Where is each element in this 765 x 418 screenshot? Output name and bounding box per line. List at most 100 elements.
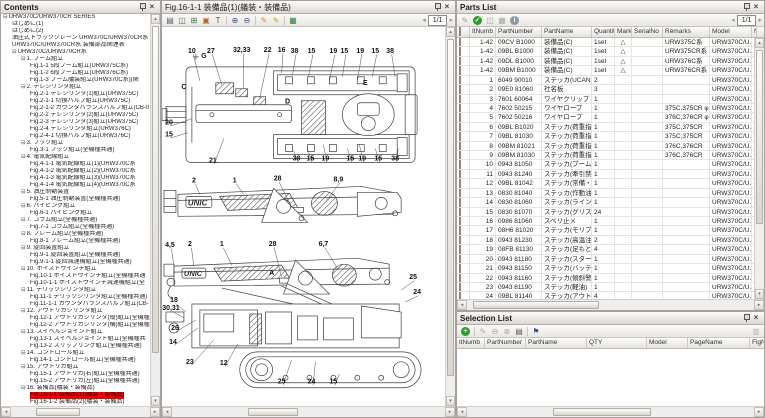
print-icon[interactable]: ▤ — [513, 326, 525, 337]
row-checkbox[interactable] — [457, 142, 470, 151]
callout-C[interactable]: C — [181, 84, 186, 91]
tree-item[interactable]: Fig.5-1 油圧制動装置(全機種共通) — [1, 196, 150, 203]
copy-page-icon[interactable]: ◫ — [176, 15, 188, 26]
row-checkbox[interactable] — [457, 95, 470, 104]
parts-table-row[interactable]: 47602 50215ワイヤロープ1375C,375CR φ...URW370C… — [457, 104, 754, 113]
parts-table-row[interactable]: 809BM 81021ステッカ(荷重指示...1376C,376CRURW370… — [457, 142, 754, 151]
edit-icon[interactable]: ✎ — [477, 326, 489, 337]
column-header-serialno[interactable]: SerialNo — [632, 27, 663, 37]
tree-collapse-icon[interactable]: ⊟ — [21, 385, 26, 392]
fit-page-icon[interactable]: ⊞ — [188, 15, 200, 26]
callout-15[interactable]: 15 — [308, 48, 316, 55]
parts-table-row[interactable]: 130830 81040ステッカ(作動油)1URW370C/U... — [457, 189, 754, 198]
tree-item[interactable]: ⊟10. ホイストウインチ組立 — [1, 266, 150, 273]
tree-item[interactable]: Fig.4-1-3 電気配線組立(3)(URW370C系 — [1, 175, 150, 182]
tree-item[interactable]: Fig.1-2 6段ブーム組立(URW376C系) — [1, 70, 150, 77]
column-header-qty[interactable]: QTY — [587, 338, 647, 348]
scroll-right-icon[interactable]: ▸ — [754, 300, 764, 310]
column-header-partnumber[interactable]: PartNumber — [485, 338, 526, 348]
contents-horizontal-scrollbar[interactable]: ◂ ▸ — [1, 406, 160, 417]
tree-item[interactable]: Fig.15-1 アウトリガ(右)組立(全機種共通) — [1, 371, 150, 378]
column-header-mark[interactable]: Mark — [615, 27, 632, 37]
contents-vertical-scrollbar[interactable]: ▴ ▾ — [150, 14, 160, 406]
parts-table-row[interactable]: 209E0 81060社名板3URW370C/U... — [457, 85, 754, 94]
tree-item[interactable]: Fig.2-4-1 切換バルブ組立(URW376C) — [1, 133, 150, 140]
scroll-up-icon[interactable]: ▴ — [446, 27, 455, 37]
tree-collapse-icon[interactable]: ⊟ — [21, 84, 26, 91]
row-checkbox[interactable] — [457, 208, 470, 217]
callout-21[interactable]: 21 — [209, 158, 217, 165]
scroll-track[interactable] — [467, 407, 754, 417]
close-icon[interactable]: × — [147, 2, 157, 12]
remove-icon[interactable]: ⊖ — [489, 326, 501, 337]
callout-23[interactable]: 23 — [186, 359, 194, 366]
row-checkbox[interactable] — [457, 38, 470, 47]
tree-item[interactable]: Fig.2-1-1 切換バルブ組立(URW375C) — [1, 98, 150, 105]
parts-table-row[interactable]: 2409BL 81140ステッカ(アウトリガ...4URW370C/U... — [457, 292, 754, 299]
callout-15[interactable]: 15 — [307, 156, 315, 163]
close-icon[interactable]: × — [751, 2, 761, 12]
tree-item[interactable]: Fig.2-4 テレシリンダ組立(URW376C) — [1, 126, 150, 133]
grid-icon[interactable]: ▦ — [496, 15, 508, 26]
scroll-track[interactable] — [755, 48, 764, 289]
tree-item[interactable]: ⊟4. 電気配線組立 — [1, 154, 150, 161]
callout-14[interactable]: 14 — [169, 339, 177, 346]
scroll-left-icon[interactable]: ◂ — [162, 407, 172, 417]
row-checkbox[interactable] — [457, 57, 470, 66]
parts-table-row[interactable]: 1908FB 81130ステッカ(足もと注意)4URW370C/U... — [457, 245, 754, 254]
tree-collapse-icon[interactable]: ⊟ — [21, 364, 26, 371]
tree-collapse-icon[interactable]: ⊟ — [21, 189, 26, 196]
auto-hide-pin-icon[interactable] — [741, 2, 751, 12]
callout-15[interactable]: 15 — [371, 48, 379, 55]
tree-item[interactable]: Fig.1-3 ブーム艤装組立(URW370C系)(関 — [1, 77, 150, 84]
row-checkbox[interactable] — [457, 123, 470, 132]
marker-orange-icon[interactable]: ✎ — [258, 15, 270, 26]
row-checkbox[interactable] — [457, 217, 470, 226]
parts-table-row[interactable]: 16049 90010ステッカ(UCAN Sup...2URW370C/U... — [457, 76, 754, 85]
close-icon[interactable]: × — [751, 313, 761, 323]
callout-8,9[interactable]: 8,9 — [334, 176, 344, 183]
tree-collapse-icon[interactable]: ⊟ — [21, 203, 26, 210]
tree-item[interactable]: Fig.6-1 パイピング組立 — [1, 210, 150, 217]
prev-page-icon[interactable]: ◂ — [422, 16, 426, 25]
tree-item[interactable]: ⊟14. コントロール組立 — [1, 350, 150, 357]
info-icon[interactable]: i — [510, 16, 519, 25]
tree-item[interactable]: ⊟5. 油圧制動装置 — [1, 189, 150, 196]
copy-icon[interactable]: ◫ — [484, 15, 496, 26]
column-header-remarks[interactable]: Remarks — [663, 27, 710, 37]
scroll-down-icon[interactable]: ▾ — [151, 396, 160, 406]
row-checkbox[interactable] — [457, 236, 470, 245]
parts-table-row[interactable]: 609BL B1020ステッカ(荷重指示...1375C,375CRURW370… — [457, 123, 754, 132]
prev-page-icon[interactable]: ◂ — [731, 16, 735, 25]
remove-all-icon[interactable]: ⊗ — [501, 326, 513, 337]
parts-horizontal-scrollbar[interactable]: ◂ ▸ — [457, 299, 764, 310]
row-checkbox[interactable] — [457, 226, 470, 235]
parts-table-row[interactable]: 1-4209BL B1000装備品(C)1set△URW375CR系URW370… — [457, 47, 754, 56]
callout-12[interactable]: 12 — [220, 360, 228, 367]
parts-table-row[interactable]: 150830 81070ステッカ(グリス)24URW370C/U... — [457, 208, 754, 217]
row-checkbox[interactable] — [457, 179, 470, 188]
tree-item[interactable]: ⊟6. パイピング組立 — [1, 203, 150, 210]
row-checkbox[interactable] — [457, 170, 470, 179]
callout-E[interactable]: E — [363, 80, 368, 87]
callout-32,33[interactable]: 32,33 — [233, 47, 251, 54]
callout-25[interactable]: 25 — [409, 274, 417, 281]
callout-16[interactable]: 16 — [278, 47, 286, 54]
column-header-quantit[interactable]: Quantit — [592, 27, 615, 37]
tree-item[interactable]: Fig.15-2 アウトリガ(左)組立(全機種共通) — [1, 378, 150, 385]
tree-collapse-icon[interactable]: ⊟ — [21, 308, 26, 315]
callout-26[interactable]: 26 — [171, 325, 179, 332]
zoom-in-icon[interactable]: ⊕ — [229, 15, 241, 26]
row-checkbox[interactable] — [457, 113, 470, 122]
tree-collapse-icon[interactable]: ⊟ — [21, 217, 26, 224]
tree-item[interactable]: ⊟1. ブーム組立 — [1, 56, 150, 63]
tree-item[interactable]: ⊟11. デリックシリンダ組立 — [1, 287, 150, 294]
callout-6,7[interactable]: 6,7 — [319, 241, 329, 248]
tree-item[interactable]: ⊟URW370C/URW370CR系 — [1, 49, 150, 56]
tree-item[interactable]: Fig.10-1-1 ホイストウインチ減速機組立(全 — [1, 280, 150, 287]
tree-item[interactable]: ⊟URW370C/URW370CR SERIES — [1, 14, 150, 21]
callout-22[interactable]: 22 — [264, 47, 272, 54]
tree-item[interactable]: Fig.12-1 アウトリガシリンダ(縦)組立(全機種 — [1, 315, 150, 322]
tree-item[interactable]: Fig.14-1 コントロール組立(全機種共通) — [1, 357, 150, 364]
column-header-pagename[interactable]: PageName — [688, 338, 750, 348]
